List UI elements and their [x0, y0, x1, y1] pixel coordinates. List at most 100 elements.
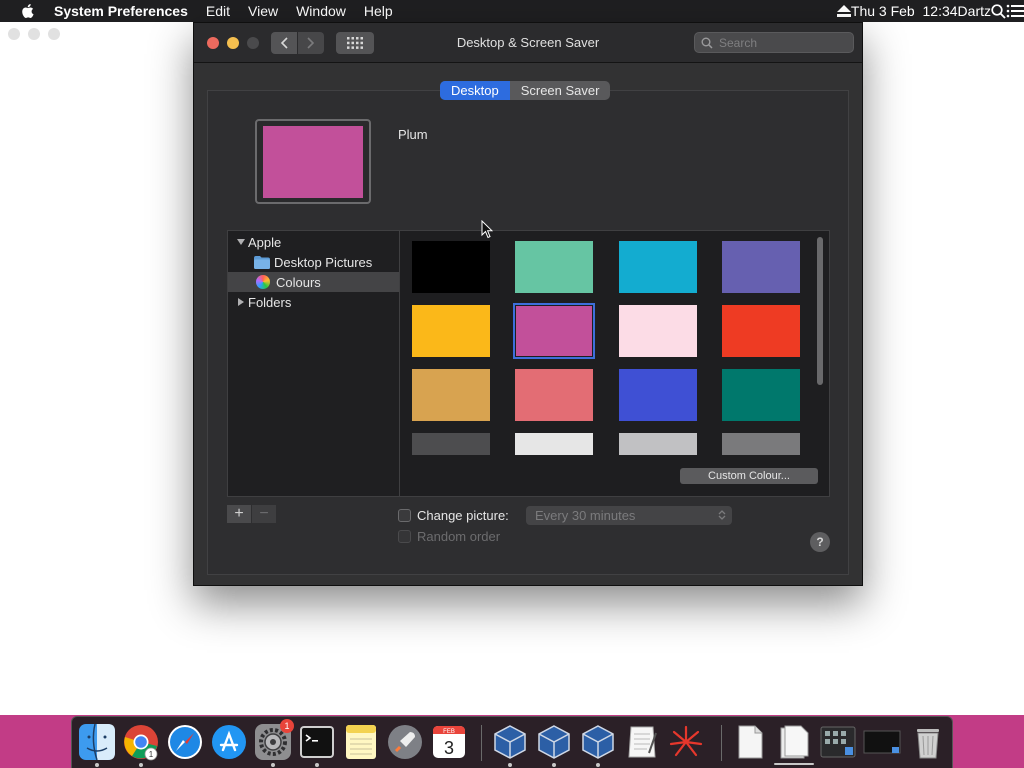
document-icon[interactable] — [731, 723, 769, 761]
downloads-stack-icon[interactable] — [775, 723, 813, 761]
search-input[interactable] — [719, 35, 849, 50]
change-picture-checkbox[interactable] — [398, 508, 411, 522]
title-bar: Desktop & Screen Saver — [194, 23, 862, 63]
finder-running-indicator — [95, 763, 99, 767]
colour-swatch[interactable] — [515, 369, 593, 421]
stack-indicator — [774, 763, 814, 765]
help-button[interactable]: ? — [810, 532, 830, 552]
calendar-icon[interactable]: FEB 3 — [430, 723, 468, 761]
launchpad-icon[interactable] — [386, 723, 424, 761]
colour-swatch[interactable] — [619, 369, 697, 421]
remove-folder-button[interactable]: − — [252, 505, 276, 523]
sidebar-item-label: Desktop Pictures — [274, 254, 373, 270]
notes-icon[interactable] — [342, 723, 380, 761]
terminal-icon[interactable] — [298, 723, 336, 761]
colour-swatch[interactable] — [722, 305, 800, 357]
random-order-checkbox[interactable] — [398, 529, 411, 543]
colour-swatch[interactable] — [515, 241, 593, 293]
apps-folder-stack-icon[interactable] — [819, 723, 857, 761]
colour-swatch[interactable] — [722, 433, 800, 455]
dock-separator — [481, 725, 482, 761]
bg-zoom-button[interactable] — [48, 28, 60, 40]
add-remove-control: + − — [227, 505, 276, 523]
colour-swatch[interactable] — [513, 303, 595, 359]
add-label: + — [234, 505, 244, 522]
menu-user[interactable]: Dartz — [958, 3, 991, 19]
menu-view[interactable]: View — [248, 3, 278, 19]
wallpaper-name: Plum — [398, 127, 428, 142]
menu-app-name[interactable]: System Preferences — [54, 3, 188, 19]
source-list: Apple Desktop Pictures Colours Folders — [227, 230, 426, 497]
colour-swatch[interactable] — [412, 369, 490, 421]
terminal-running-indicator — [315, 763, 319, 767]
colour-swatch[interactable] — [722, 241, 800, 293]
system-preferences-badge: 1 — [280, 719, 294, 733]
chrome-running-indicator — [139, 763, 143, 767]
virtualbox-vm-2-icon[interactable] — [579, 723, 617, 761]
chrome-icon[interactable]: 1 — [122, 723, 160, 761]
menu-help[interactable]: Help — [364, 3, 393, 19]
mouse-cursor-icon — [481, 220, 493, 239]
grid-scroll-thumb[interactable] — [817, 237, 823, 385]
calendar-day: 3 — [444, 738, 454, 758]
menu-extras: Thu 3 Feb 12:34 Dartz — [836, 0, 1024, 22]
colour-swatch[interactable] — [619, 433, 697, 455]
eject-icon[interactable] — [836, 5, 851, 17]
colour-swatch[interactable] — [412, 305, 490, 357]
sidebar-item-label: Folders — [248, 294, 292, 310]
change-interval-select[interactable]: Every 30 minutes — [526, 506, 732, 525]
desktop-screensaver-window: Desktop & Screen Saver Desktop Screen Sa… — [193, 22, 863, 586]
calendar-month: FEB — [443, 729, 455, 735]
tab-desktop[interactable]: Desktop — [440, 81, 510, 100]
app-store-icon[interactable] — [210, 723, 248, 761]
colour-grid: Custom Colour... — [399, 230, 830, 497]
sidebar-item-colours[interactable]: Colours — [228, 272, 426, 292]
menu-clock[interactable]: Thu 3 Feb 12:34 — [851, 3, 958, 19]
search-icon — [701, 37, 713, 49]
finder-icon[interactable] — [78, 723, 116, 761]
custom-colour-button[interactable]: Custom Colour... — [680, 468, 818, 484]
safari-icon[interactable] — [166, 723, 204, 761]
notification-center-icon[interactable] — [1006, 4, 1024, 18]
menu-window[interactable]: Window — [296, 3, 346, 19]
chevron-updown-icon — [718, 510, 726, 520]
screen-thumbnail-icon[interactable] — [863, 723, 901, 761]
bg-minimize-button[interactable] — [28, 28, 40, 40]
colour-swatch[interactable] — [722, 369, 800, 421]
grid-scrollbar[interactable] — [814, 235, 826, 455]
folder-icon — [254, 255, 270, 269]
wallpaper-preview — [255, 119, 371, 204]
virtualbox-vm-running-indicator — [552, 763, 556, 767]
sidebar-item-apple[interactable]: Apple — [228, 232, 406, 252]
colour-swatch[interactable] — [619, 241, 697, 293]
add-folder-button[interactable]: + — [227, 505, 251, 523]
disclosure-down-icon[interactable] — [236, 237, 246, 247]
menu-edit[interactable]: Edit — [206, 3, 230, 19]
apple-icon[interactable] — [19, 2, 37, 20]
random-order-row: Random order — [398, 527, 500, 545]
virtualbox-icon[interactable] — [491, 723, 529, 761]
trash-icon[interactable] — [909, 723, 947, 761]
tab-screen-saver[interactable]: Screen Saver — [510, 81, 611, 100]
virtualbox-vm-2-running-indicator — [596, 763, 600, 767]
chrome-badge: 1 — [149, 750, 154, 759]
random-order-label: Random order — [417, 528, 501, 544]
bg-close-button[interactable] — [8, 28, 20, 40]
colour-swatch[interactable] — [515, 433, 593, 455]
virtualbox-vm-icon[interactable] — [535, 723, 573, 761]
colour-wheel-icon — [256, 275, 270, 289]
colour-swatch[interactable] — [412, 433, 490, 455]
change-picture-row: Change picture: — [398, 506, 509, 524]
disclosure-right-icon[interactable] — [236, 297, 246, 307]
textedit-icon[interactable] — [623, 723, 661, 761]
photo-booth-icon[interactable] — [667, 723, 705, 761]
colour-swatch[interactable] — [412, 241, 490, 293]
virtualbox-running-indicator — [508, 763, 512, 767]
system-preferences-running-indicator — [271, 763, 275, 767]
search-field[interactable] — [694, 32, 854, 53]
sidebar-item-label: Colours — [276, 274, 321, 290]
sidebar-item-folders[interactable]: Folders — [228, 292, 406, 312]
colour-swatch[interactable] — [619, 305, 697, 357]
sidebar-item-desktop-pictures[interactable]: Desktop Pictures — [228, 252, 424, 272]
spotlight-search-icon[interactable] — [991, 3, 1006, 19]
